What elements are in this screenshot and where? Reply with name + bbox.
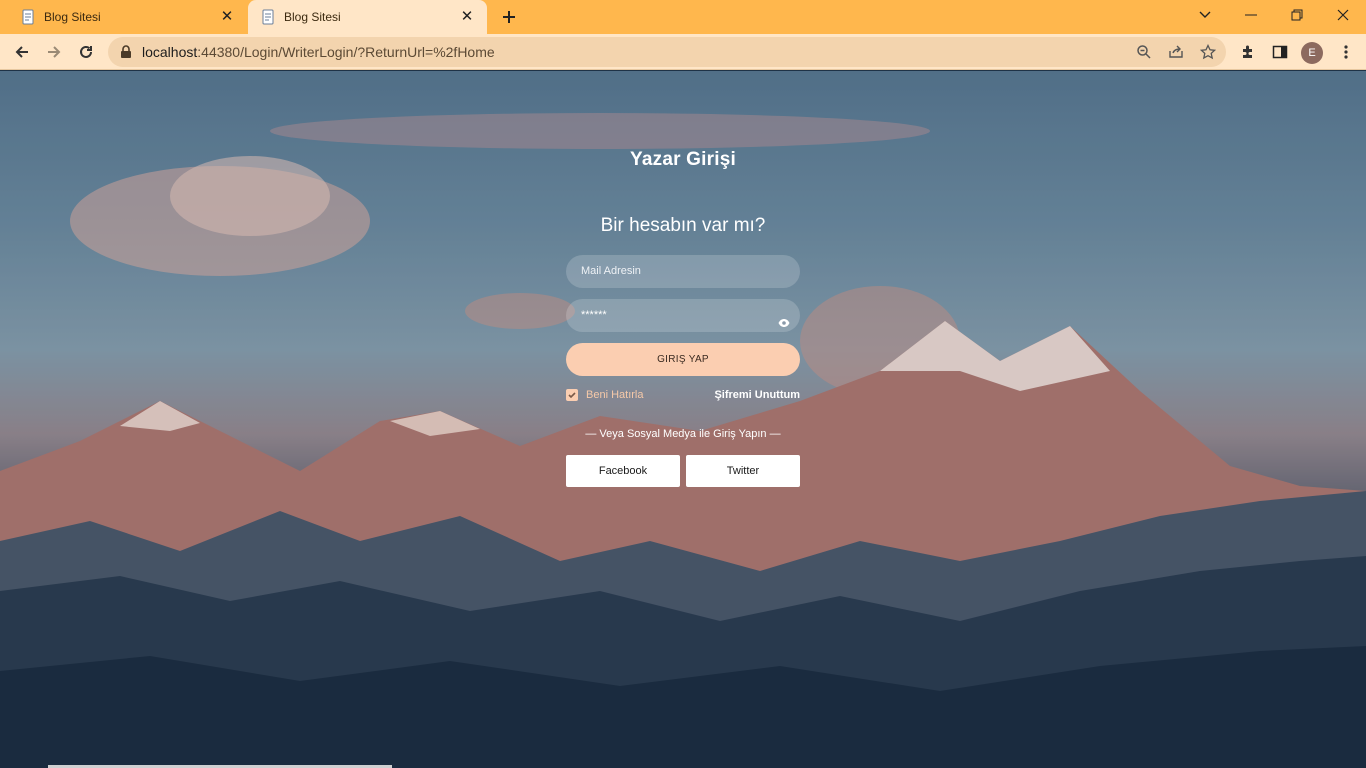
eye-icon[interactable] — [778, 310, 790, 327]
forgot-password-link[interactable]: Şifremi Unuttum — [700, 389, 800, 401]
login-subtitle: Bir hesabın var mı? — [600, 215, 766, 236]
tab-search-icon[interactable] — [1182, 0, 1228, 30]
lock-icon[interactable] — [120, 45, 132, 64]
browser-toolbar: localhost:44380/Login/WriterLogin/?Retur… — [0, 34, 1366, 70]
facebook-button[interactable]: Facebook — [566, 455, 680, 487]
twitter-button[interactable]: Twitter — [686, 455, 800, 487]
menu-icon[interactable] — [1336, 42, 1356, 62]
back-icon[interactable] — [8, 38, 36, 66]
login-page: Yazar Girişi Bir hesabın var mı? Mail Ad… — [0, 71, 1366, 768]
url-text: localhost:44380/Login/WriterLogin/?Retur… — [142, 44, 495, 60]
browser-tab-2[interactable]: Blog Sitesi ✕ — [248, 0, 487, 34]
close-tab-icon[interactable]: ✕ — [459, 9, 475, 25]
background-overlay — [0, 71, 1366, 768]
new-tab-icon[interactable] — [497, 5, 521, 29]
tab-title: Blog Sitesi — [284, 10, 341, 24]
browser-tab-1[interactable]: Blog Sitesi ✕ — [0, 0, 247, 34]
side-panel-icon[interactable] — [1270, 42, 1290, 62]
minimize-icon[interactable] — [1228, 0, 1274, 30]
page-icon — [20, 9, 36, 25]
tab-strip: Blog Sitesi ✕ Blog Sitesi ✕ — [0, 0, 1366, 34]
login-button[interactable]: GIRIŞ YAP — [566, 343, 800, 376]
forward-icon[interactable] — [40, 38, 68, 66]
page-title: Yazar Girişi — [630, 149, 736, 170]
address-bar[interactable]: localhost:44380/Login/WriterLogin/?Retur… — [108, 37, 1226, 67]
close-tab-icon[interactable]: ✕ — [219, 9, 235, 25]
remember-me-checkbox[interactable]: Beni Hatırla — [566, 389, 643, 401]
extensions-icon[interactable] — [1238, 42, 1258, 62]
reload-icon[interactable] — [72, 38, 100, 66]
restore-icon[interactable] — [1274, 0, 1320, 30]
password-value: ****** — [581, 309, 607, 321]
share-icon[interactable] — [1166, 42, 1186, 62]
social-login-label: — Veya Sosyal Medya ile Giriş Yapın — — [585, 428, 781, 440]
page-icon — [260, 9, 276, 25]
close-window-icon[interactable] — [1320, 0, 1366, 30]
email-field[interactable]: Mail Adresin — [566, 255, 800, 288]
profile-avatar[interactable]: E — [1301, 42, 1323, 64]
bookmark-star-icon[interactable] — [1198, 42, 1218, 62]
password-field[interactable]: ****** — [566, 299, 800, 332]
tab-title: Blog Sitesi — [44, 10, 101, 24]
remember-me-label: Beni Hatırla — [586, 389, 644, 401]
zoom-icon[interactable] — [1134, 42, 1154, 62]
checkmark-icon[interactable] — [566, 389, 578, 401]
